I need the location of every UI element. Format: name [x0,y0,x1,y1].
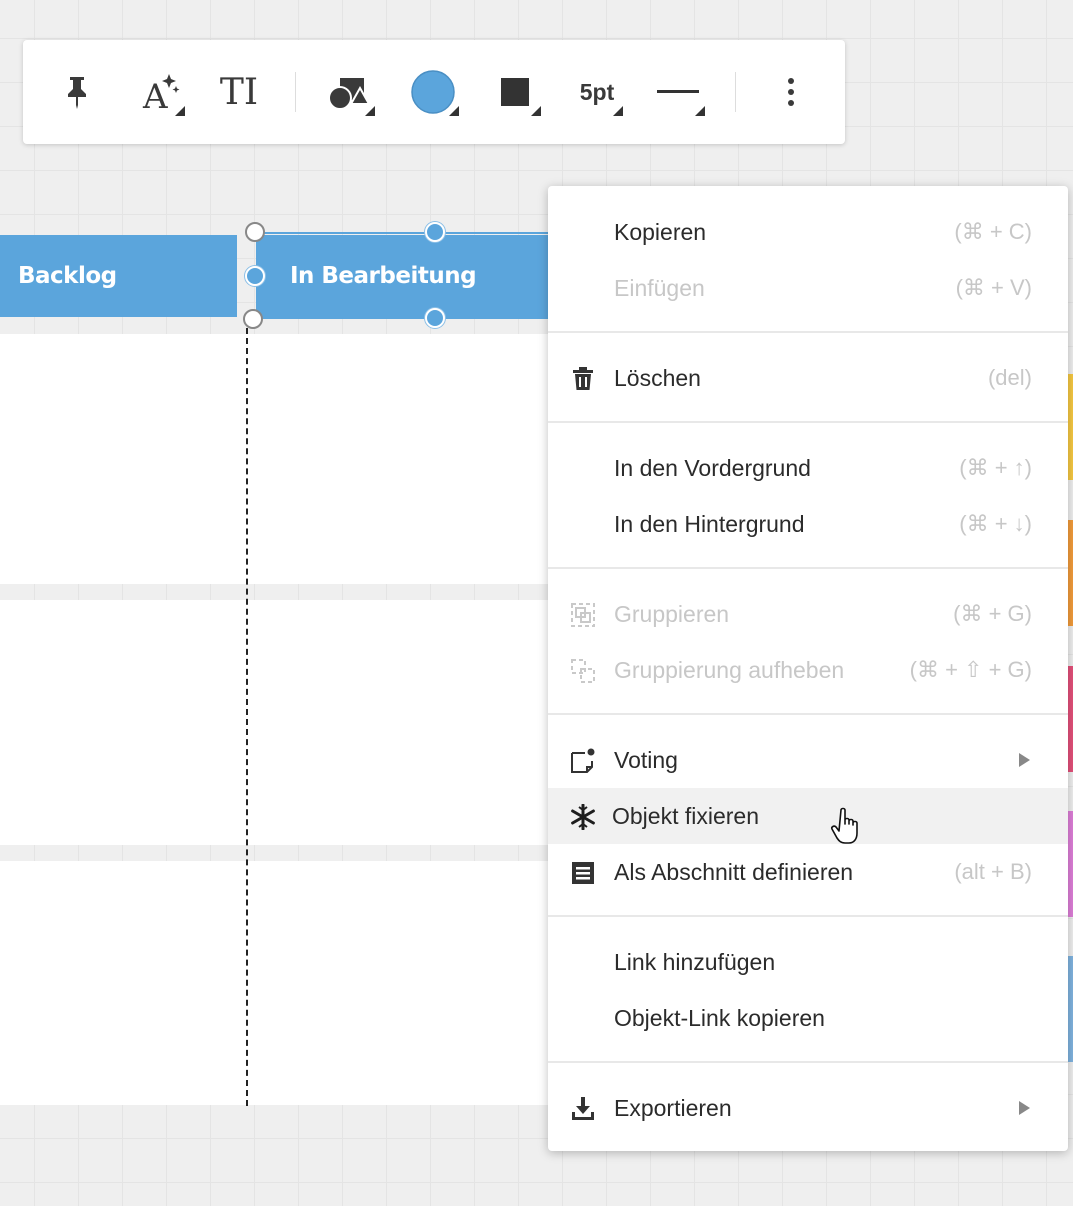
toolbar-divider [735,72,736,112]
menu-divider [548,567,1068,569]
menu-item-label: Objekt-Link kopieren [614,1004,825,1031]
ungroup-icon [571,659,595,683]
board-section-row-2 [0,600,560,845]
freeze-icon [571,804,595,830]
menu-item-freeze-object[interactable]: Objekt fixieren [548,788,1068,844]
stroke-width-button[interactable]: 5pt [567,62,627,122]
pin-button[interactable] [47,62,107,122]
menu-item-voting[interactable]: Voting [548,732,1068,788]
column-header-backlog[interactable]: Backlog [0,235,237,317]
group-icon [571,603,595,627]
menu-item-shortcut: (⌘ + G) [953,601,1032,626]
menu-item-export[interactable]: Exportieren [548,1080,1068,1136]
hand-cursor-icon [831,807,858,844]
menu-item-ungroup[interactable]: Gruppierung aufheben (⌘ + ⇧ + G) [548,642,1068,698]
dropdown-corner-icon [695,106,705,116]
resize-handle-left[interactable] [245,266,265,286]
sticky-note[interactable] [1068,811,1073,917]
fill-color-button[interactable] [403,62,463,122]
line-style-icon [657,90,699,93]
line-style-button[interactable] [649,62,709,122]
menu-divider [548,713,1068,715]
context-menu: Kopieren (⌘ + C) Einfügen (⌘ + V) Lösche… [548,186,1068,1151]
column-header-label: Backlog [18,263,117,289]
menu-item-shortcut: (⌘ + ⇧ + G) [909,657,1032,682]
submenu-arrow-icon [1019,1101,1030,1115]
menu-item-send-to-back[interactable]: In den Hintergrund (⌘ + ↓) [548,496,1068,552]
board-section-row-1 [0,334,560,584]
menu-divider [548,1061,1068,1063]
resize-handle-bottom-left[interactable] [243,309,263,329]
sticky-note[interactable] [1068,956,1073,1062]
menu-item-label: Objekt fixieren [612,802,760,829]
download-icon [572,1097,594,1120]
menu-item-shortcut: (⌘ + ↓) [959,511,1032,536]
menu-divider [548,331,1068,333]
resize-handle-top-left[interactable] [245,222,265,242]
menu-item-label: Link hinzufügen [614,948,776,975]
dropdown-corner-icon [449,106,459,116]
text-format-button[interactable]: TI [209,62,269,122]
menu-item-label: Exportieren [614,1094,732,1121]
menu-item-shortcut: (⌘ + ↑) [959,455,1032,480]
dropdown-corner-icon [365,106,375,116]
menu-item-copy[interactable]: Kopieren (⌘ + C) [548,204,1068,260]
resize-handle-bottom[interactable] [425,308,445,328]
menu-item-label: Löschen [614,364,701,391]
selection-frame [256,232,556,319]
menu-divider [548,915,1068,917]
resize-handle-top[interactable] [425,222,445,242]
section-icon [572,862,594,884]
menu-item-label: Einfügen [614,274,705,301]
more-icon [788,78,794,106]
alignment-guide [246,328,248,1106]
menu-item-copy-object-link[interactable]: Objekt-Link kopieren [548,990,1068,1046]
dropdown-corner-icon [531,106,541,116]
object-toolbar: A TI 5pt [23,40,845,144]
board-section-row-3 [0,861,560,1105]
menu-item-label: Als Abschnitt definieren [614,858,854,885]
stroke-width-icon: 5pt [579,78,615,105]
shape-button[interactable] [319,62,379,122]
menu-divider [548,421,1068,423]
menu-item-label: In den Hintergrund [614,510,805,537]
menu-item-paste[interactable]: Einfügen (⌘ + V) [548,260,1068,316]
more-button[interactable] [761,62,821,122]
menu-item-add-link[interactable]: Link hinzufügen [548,934,1068,990]
menu-item-shortcut: (del) [987,365,1032,390]
sticky-note[interactable] [1068,374,1073,480]
voting-icon [571,748,595,773]
menu-item-bring-to-front[interactable]: In den Vordergrund (⌘ + ↑) [548,440,1068,496]
menu-item-shortcut: (alt + B) [954,859,1032,884]
menu-item-label: Voting [614,746,678,773]
menu-item-delete[interactable]: Löschen (del) [548,350,1068,406]
menu-item-shortcut: (⌘ + C) [954,219,1032,244]
dropdown-corner-icon [175,106,185,116]
menu-item-define-section[interactable]: Als Abschnitt definieren (alt + B) [548,844,1068,900]
sticky-note[interactable] [1068,666,1073,772]
pin-icon [68,77,86,109]
menu-item-label: In den Vordergrund [614,454,811,481]
submenu-arrow-icon [1019,753,1030,767]
toolbar-divider [295,72,296,112]
trash-icon [573,367,593,390]
dropdown-corner-icon [613,106,623,116]
svg-text:A: A [142,77,168,114]
border-color-button[interactable] [485,62,545,122]
menu-item-label: Gruppieren [614,600,730,627]
menu-item-shortcut: (⌘ + V) [955,275,1032,300]
menu-item-group[interactable]: Gruppieren (⌘ + G) [548,586,1068,642]
menu-item-label: Gruppierung aufheben [614,656,845,683]
border-color-icon [501,78,529,106]
menu-item-label: Kopieren [614,218,707,245]
sticky-note[interactable] [1068,520,1073,626]
text-ai-button[interactable]: A [129,62,189,122]
text-format-icon: TI [219,71,259,113]
